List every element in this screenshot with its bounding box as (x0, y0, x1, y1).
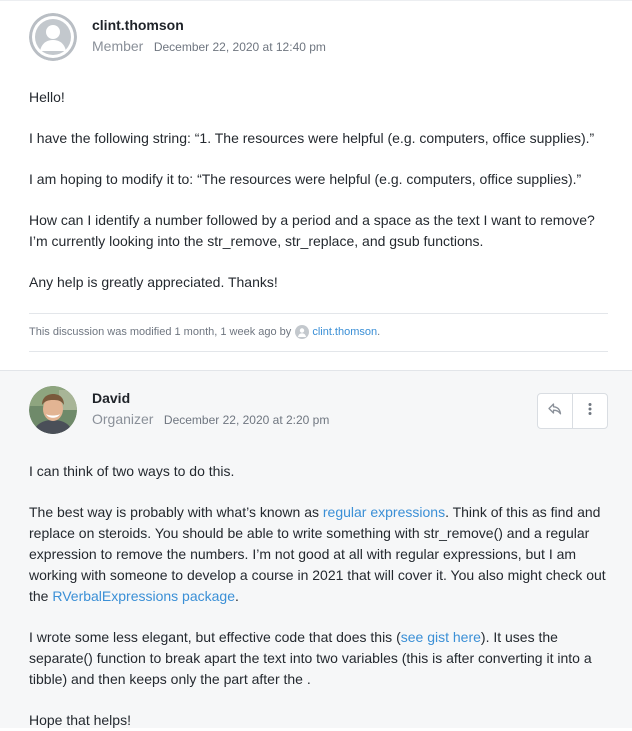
reply-button[interactable] (538, 394, 572, 428)
text: I wrote some less elegant, but effective… (29, 629, 401, 645)
paragraph: How can I identify a number followed by … (29, 212, 595, 249)
modified-note: This discussion was modified 1 month, 1 … (29, 313, 608, 352)
role-line: Organizer December 22, 2020 at 2:20 pm (92, 410, 329, 429)
reply-icon (547, 401, 563, 422)
post-actions (537, 393, 608, 429)
default-avatar-icon[interactable] (29, 13, 77, 61)
paragraph: Hello! (29, 89, 65, 105)
paragraph: I can think of two ways to do this. (29, 463, 235, 479)
reply-david: David Organizer December 22, 2020 at 2:2… (0, 370, 632, 728)
author-name[interactable]: clint.thomson (92, 16, 326, 34)
post-date[interactable]: December 22, 2020 at 12:40 pm (154, 40, 326, 54)
user-avatar-icon (295, 325, 310, 339)
post-clint-thomson: clint.thomson Member December 22, 2020 a… (0, 0, 632, 370)
paragraph: I wrote some less elegant, but effective… (29, 627, 608, 690)
post-header: clint.thomson Member December 22, 2020 a… (29, 13, 608, 63)
paragraph: I have the following string: “1. The res… (29, 130, 595, 146)
post-date[interactable]: December 22, 2020 at 2:20 pm (164, 413, 329, 427)
post-header: David Organizer December 22, 2020 at 2:2… (29, 386, 608, 436)
author-name[interactable]: David (92, 389, 329, 407)
modified-text: This discussion was modified 1 month, 1 … (29, 326, 292, 338)
author-role: Member (92, 38, 144, 54)
paragraph: The best way is probably with what’s kno… (29, 502, 608, 607)
post-body: I can think of two ways to do this. The … (29, 461, 608, 731)
author-meta: clint.thomson Member December 22, 2020 a… (92, 13, 326, 56)
text: . (235, 588, 239, 604)
rverbalexpressions-link[interactable]: RVerbalExpressions package (52, 588, 235, 604)
author-role: Organizer (92, 411, 154, 427)
avatar[interactable] (29, 386, 77, 434)
role-line: Member December 22, 2020 at 12:40 pm (92, 37, 326, 56)
post-body: Hello! I have the following string: “1. … (29, 87, 608, 293)
author-meta: David Organizer December 22, 2020 at 2:2… (92, 386, 329, 429)
more-vertical-icon (582, 401, 598, 422)
more-options-button[interactable] (572, 394, 607, 428)
modified-end: . (377, 326, 381, 338)
paragraph: I am hoping to modify it to: “The resour… (29, 171, 582, 187)
gist-link[interactable]: see gist here (401, 629, 481, 645)
regular-expressions-link[interactable]: regular expressions (323, 504, 445, 520)
modified-by-link[interactable]: clint.thomson (312, 326, 377, 338)
text: The best way is probably with what’s kno… (29, 504, 323, 520)
paragraph: Any help is greatly appreciated. Thanks! (29, 274, 278, 290)
